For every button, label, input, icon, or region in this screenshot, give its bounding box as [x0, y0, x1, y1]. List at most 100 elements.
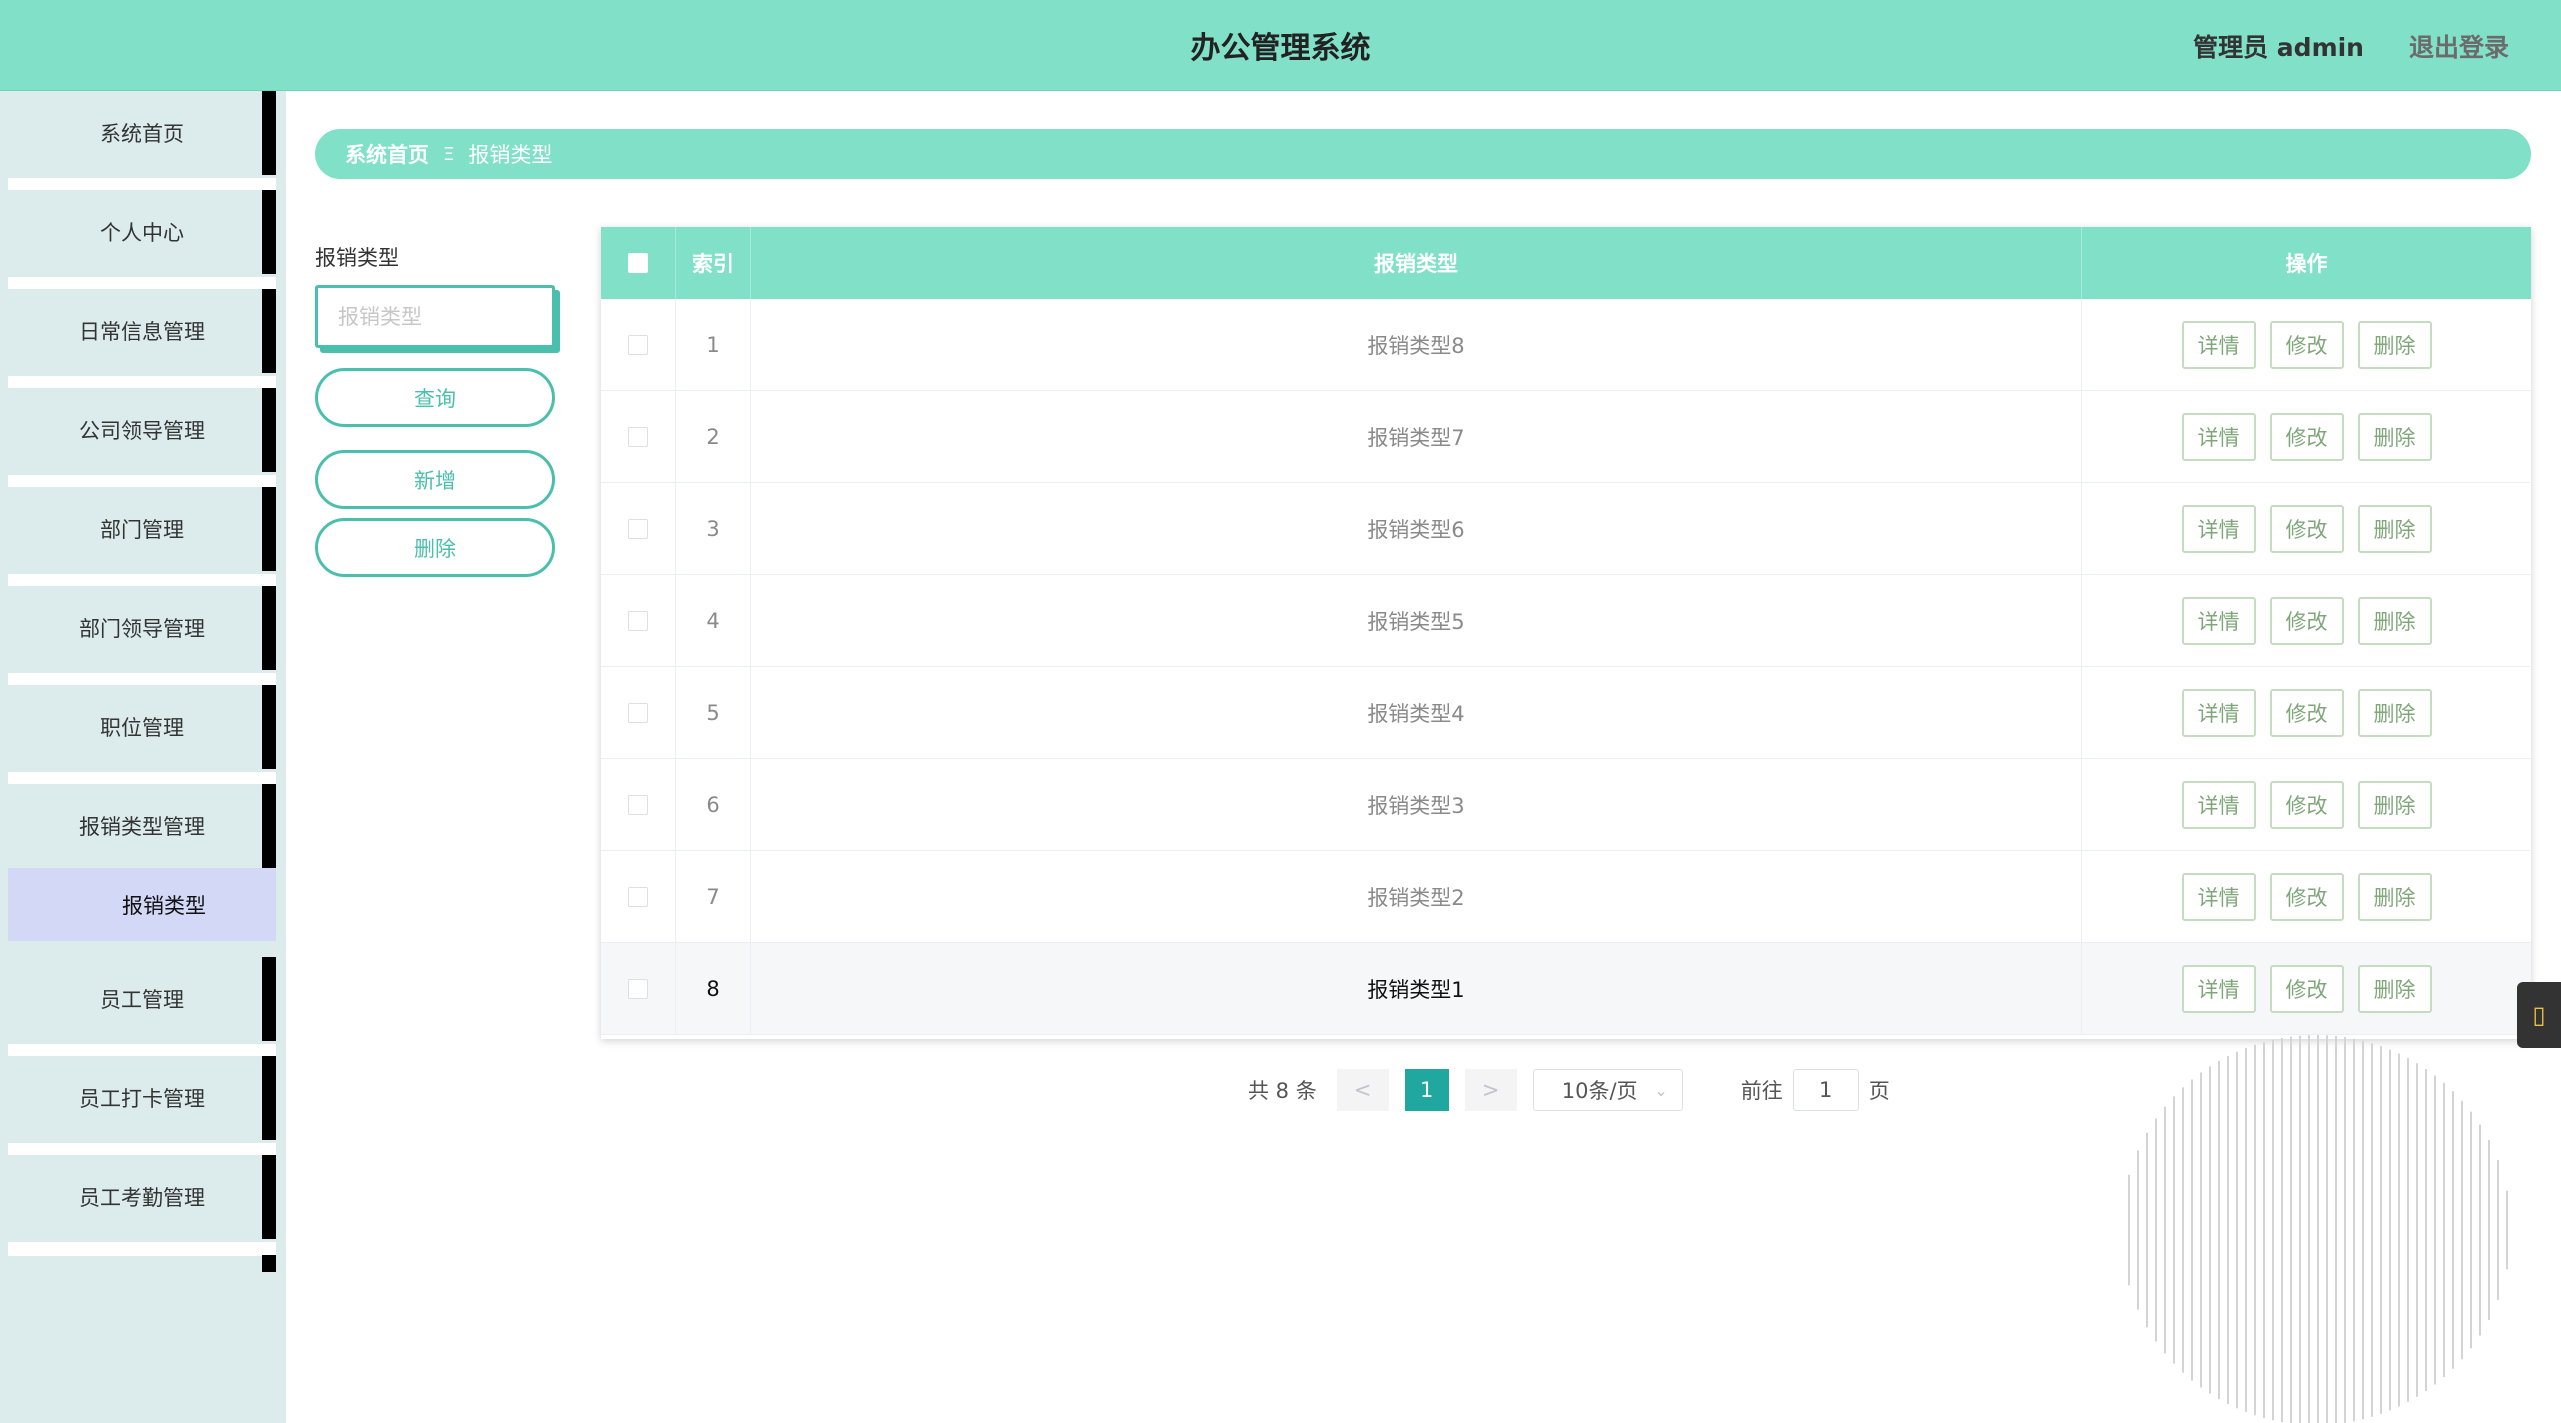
query-button[interactable]: 查询 — [315, 368, 555, 427]
row-checkbox[interactable] — [628, 611, 648, 631]
cup-icon: ▯ — [2532, 1001, 2546, 1029]
table-row: 2 报销类型7 详情 修改 删除 — [601, 391, 2531, 483]
row-select-cell — [601, 483, 676, 575]
row-checkbox[interactable] — [628, 795, 648, 815]
logout-button[interactable]: 退出登录 — [2409, 28, 2509, 64]
sidebar-item-label: 日常信息管理 — [79, 320, 205, 344]
delete-button[interactable]: 删除 — [2357, 965, 2432, 1013]
sidebar-item-bar — [262, 388, 276, 472]
row-checkbox[interactable] — [628, 979, 648, 999]
sidebar-item-company-leaders[interactable]: 公司领导管理 — [8, 388, 276, 489]
breadcrumb: 系统首页 Ξ 报销类型 — [315, 129, 2531, 179]
sidebar-item-divider — [8, 1242, 276, 1256]
page-size-value: 10条/页 — [1561, 1079, 1638, 1103]
detail-button[interactable]: 详情 — [2181, 321, 2256, 369]
detail-button[interactable]: 详情 — [2181, 873, 2256, 921]
row-select-cell — [601, 667, 676, 759]
edit-button[interactable]: 修改 — [2269, 781, 2344, 829]
sidebar-item-expense-types[interactable]: 报销类型管理 — [8, 784, 276, 868]
sidebar-item-label: 系统首页 — [100, 122, 184, 146]
detail-button[interactable]: 详情 — [2181, 597, 2256, 645]
row-select-cell — [601, 391, 676, 483]
sidebar-item-employee-clock-in[interactable]: 员工打卡管理 — [8, 1056, 276, 1157]
row-checkbox[interactable] — [628, 335, 648, 355]
sidebar-item-departments[interactable]: 部门管理 — [8, 487, 276, 588]
edit-button[interactable]: 修改 — [2269, 505, 2344, 553]
row-checkbox[interactable] — [628, 703, 648, 723]
delete-button[interactable]: 删除 — [2357, 689, 2432, 737]
header-expense-type: 报销类型 — [751, 227, 2082, 299]
sidebar-item-bar — [262, 289, 276, 373]
edit-button[interactable]: 修改 — [2269, 413, 2344, 461]
sidebar-subitem-expense-type[interactable]: 报销类型 — [8, 868, 276, 941]
row-index: 8 — [676, 943, 751, 1035]
add-button[interactable]: 新增 — [315, 450, 555, 509]
edit-button[interactable]: 修改 — [2269, 597, 2344, 645]
sidebar-item-home[interactable]: 系统首页 — [8, 91, 276, 192]
header-select-all-cell — [601, 227, 676, 299]
header-actions: 操作 — [2285, 252, 2328, 276]
delete-button[interactable]: 删除 — [2357, 413, 2432, 461]
row-checkbox[interactable] — [628, 427, 648, 447]
goto-label: 前往 — [1740, 1079, 1783, 1103]
page-number-button[interactable]: 1 — [1404, 1069, 1449, 1111]
expense-type-table: 索引 报销类型 操作 1 报销类型8 详情 修改 删除 2 报销类型7 详情 修改 删除 3 报销类型… — [601, 227, 2531, 1039]
detail-button[interactable]: 详情 — [2181, 965, 2256, 1013]
goto-page-input[interactable] — [1792, 1069, 1859, 1111]
row-index: 2 — [676, 391, 751, 483]
detail-button[interactable]: 详情 — [2181, 413, 2256, 461]
sidebar: 系统首页 个人中心 日常信息管理 公司领导管理 部门管理 部门领导管理 职位管理… — [0, 91, 286, 1423]
sidebar-item-bar — [262, 190, 276, 274]
row-index: 5 — [676, 667, 751, 759]
table-row: 5 报销类型4 详情 修改 删除 — [601, 667, 2531, 759]
row-index: 6 — [676, 759, 751, 851]
sidebar-item-daily-info[interactable]: 日常信息管理 — [8, 289, 276, 390]
pagination: 共 8 条 < 1 > 10条/页 ⌄ 前往 页 — [1248, 1068, 1890, 1112]
row-index: 3 — [676, 483, 751, 575]
row-actions: 详情 修改 删除 — [2082, 483, 2531, 575]
breadcrumb-home[interactable]: 系统首页 — [345, 139, 429, 169]
row-expense-type: 报销类型6 — [751, 483, 2082, 575]
table-header: 索引 报销类型 操作 — [601, 227, 2531, 299]
detail-button[interactable]: 详情 — [2181, 505, 2256, 553]
bulk-delete-button[interactable]: 删除 — [315, 518, 555, 577]
detail-button[interactable]: 详情 — [2181, 689, 2256, 737]
row-checkbox[interactable] — [628, 887, 648, 907]
sidebar-item-label: 职位管理 — [100, 716, 184, 740]
row-select-cell — [601, 759, 676, 851]
row-expense-type: 报销类型3 — [751, 759, 2082, 851]
sidebar-item-personal-center[interactable]: 个人中心 — [8, 190, 276, 291]
next-page-button[interactable]: > — [1464, 1069, 1517, 1111]
page-size-select[interactable]: 10条/页 ⌄ — [1532, 1069, 1683, 1111]
delete-button[interactable]: 删除 — [2357, 597, 2432, 645]
row-select-cell — [601, 851, 676, 943]
top-right-area: 管理员 admin 退出登录 — [2193, 0, 2509, 91]
sidebar-item-bar — [262, 487, 276, 571]
total-count: 共 8 条 — [1248, 1079, 1317, 1103]
app-title: 办公管理系统 — [1190, 31, 1371, 66]
sidebar-item-positions[interactable]: 职位管理 — [8, 685, 276, 786]
select-all-checkbox[interactable] — [628, 253, 648, 273]
row-actions: 详情 修改 删除 — [2082, 299, 2531, 391]
breadcrumb-current: 报销类型 — [468, 143, 553, 167]
sidebar-item-bar — [262, 586, 276, 670]
sidebar-item-label: 个人中心 — [100, 221, 184, 245]
delete-button[interactable]: 删除 — [2357, 321, 2432, 369]
prev-page-button[interactable]: < — [1336, 1069, 1389, 1111]
sidebar-item-bar — [262, 1155, 276, 1239]
delete-button[interactable]: 删除 — [2357, 873, 2432, 921]
edit-button[interactable]: 修改 — [2269, 689, 2344, 737]
row-expense-type: 报销类型4 — [751, 667, 2082, 759]
edit-button[interactable]: 修改 — [2269, 321, 2344, 369]
delete-button[interactable]: 删除 — [2357, 505, 2432, 553]
sidebar-item-employee-attendance[interactable]: 员工考勤管理 — [8, 1155, 276, 1256]
detail-button[interactable]: 详情 — [2181, 781, 2256, 829]
row-checkbox[interactable] — [628, 519, 648, 539]
sidebar-item-department-leaders[interactable]: 部门领导管理 — [8, 586, 276, 687]
sidebar-item-employees[interactable]: 员工管理 — [8, 957, 276, 1058]
floating-tool-handle[interactable]: ▯ — [2517, 982, 2561, 1048]
expense-type-search-input[interactable] — [315, 285, 555, 348]
edit-button[interactable]: 修改 — [2269, 965, 2344, 1013]
edit-button[interactable]: 修改 — [2269, 873, 2344, 921]
delete-button[interactable]: 删除 — [2357, 781, 2432, 829]
